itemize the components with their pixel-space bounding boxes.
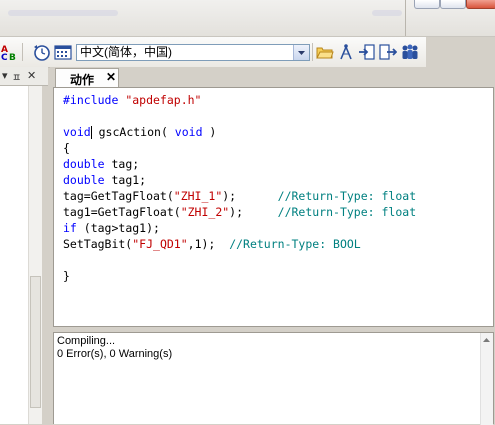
output-line-result: 0 Error(s), 0 Warning(s) [57, 348, 173, 360]
code-token: tag1; [104, 173, 147, 187]
code-token: tag=GetTagFloat( [63, 189, 174, 203]
code-token: "ZHI_1" [173, 189, 223, 203]
code-editor[interactable]: #include "apdefap.h" void gscAction( void… [53, 87, 494, 327]
code-line: tag=GetTagFloat("ZHI_1"); //Return-Type:… [63, 188, 416, 204]
title-bar [0, 0, 495, 37]
window-title-blurred [8, 10, 118, 16]
window-title-fragment [372, 10, 402, 16]
toolbar: A C B 中文(简体，中国) [0, 37, 426, 68]
code-token: double [63, 157, 105, 171]
code-token: tag1=GetTagFloat( [63, 205, 181, 219]
toolbar-separator [312, 43, 313, 61]
code-token: "ZHI_2" [180, 205, 230, 219]
code-token: ) [202, 125, 217, 139]
calendar-icon[interactable] [53, 42, 73, 62]
code-token: gscAction( [91, 125, 175, 139]
code-token: { [63, 141, 70, 155]
toolbar-separator [22, 43, 23, 61]
code-token: (tag>tag1); [76, 221, 160, 235]
tab-label: 动作 [70, 73, 95, 87]
code-token: ,1); [187, 237, 230, 251]
tab-action[interactable]: 动作 ✕ [55, 68, 119, 87]
left-pane-scrollbar[interactable] [28, 86, 42, 424]
pin-icon[interactable]: ㅍ [12, 69, 21, 84]
code-token: double [63, 173, 105, 187]
close-icon[interactable]: ✕ [27, 69, 36, 82]
svg-text:B: B [9, 53, 16, 61]
minimize-button[interactable] [414, 0, 440, 9]
code-token: "FJ_QD1" [132, 237, 188, 251]
language-select-value: 中文(简体，中国) [80, 45, 172, 59]
users-icon[interactable] [400, 42, 420, 62]
import-icon[interactable] [357, 42, 377, 62]
code-line: } [63, 268, 416, 284]
code-token: //Return-Type: float [277, 205, 417, 219]
scrollbar-thumb[interactable] [30, 276, 41, 408]
font-color-icon[interactable]: A C B [0, 42, 20, 62]
clock-icon[interactable] [31, 42, 51, 62]
code-token: tag; [104, 157, 140, 171]
chevron-down-icon[interactable] [293, 45, 309, 60]
divider [405, 0, 406, 36]
code-text[interactable]: #include "apdefap.h" void gscAction( void… [63, 92, 416, 284]
language-select[interactable]: 中文(简体，中国) [76, 44, 310, 61]
maximize-button[interactable] [440, 0, 466, 9]
code-line: SetTagBit("FJ_QD1",1); //Return-Type: BO… [63, 236, 416, 252]
code-token: "apdefap.h" [125, 93, 202, 107]
output-line-compiling: Compiling... [57, 335, 116, 347]
code-line: #include "apdefap.h" [63, 92, 416, 108]
code-token: } [63, 269, 70, 283]
svg-text:C: C [1, 53, 8, 61]
code-line: if (tag>tag1); [63, 220, 416, 236]
code-token: void [63, 125, 91, 139]
output-pane: Compiling... 0 Error(s), 0 Warning(s) [53, 332, 494, 425]
code-line: { [63, 140, 416, 156]
code-token: if [63, 221, 77, 235]
code-token: ); [229, 205, 278, 219]
code-line: double tag1; [63, 172, 416, 188]
scroll-up-arrow-icon[interactable] [481, 335, 492, 345]
output-scrollbar[interactable] [480, 333, 493, 425]
code-line: void gscAction( void ) [63, 124, 416, 140]
left-pane-header: ▾ ㅍ ✕ [0, 67, 48, 86]
close-window-button[interactable] [466, 0, 495, 9]
code-line: double tag; [63, 156, 416, 172]
compass-icon[interactable] [336, 42, 356, 62]
code-token: ); [222, 189, 278, 203]
code-token: SetTagBit( [63, 237, 133, 251]
close-tab-icon[interactable]: ✕ [106, 70, 116, 84]
code-token: //Return-Type: float [277, 189, 417, 203]
code-token: void [174, 125, 203, 139]
code-token: //Return-Type: BOOL [229, 237, 361, 251]
open-folder-icon[interactable] [315, 42, 335, 62]
code-token: #include [63, 93, 126, 107]
export-icon[interactable] [378, 42, 398, 62]
code-line: tag1=GetTagFloat("ZHI_2"); //Return-Type… [63, 204, 416, 220]
dock-options-icon[interactable]: ▾ [2, 69, 8, 82]
